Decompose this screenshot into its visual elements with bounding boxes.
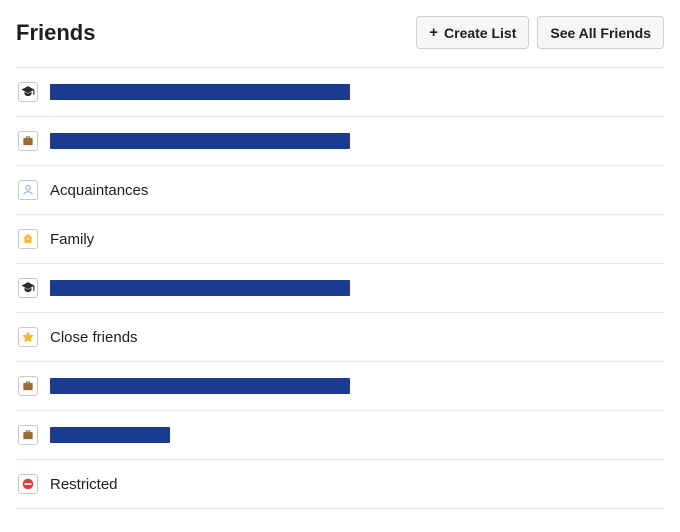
list-item[interactable] xyxy=(16,117,664,166)
graduation-cap-icon xyxy=(18,82,38,102)
see-all-friends-label: See All Friends xyxy=(550,25,651,41)
list-item-label: Family xyxy=(50,231,94,248)
list-item-label: Acquaintances xyxy=(50,182,148,199)
list-item[interactable] xyxy=(16,411,664,460)
list-item-label: Close friends xyxy=(50,329,138,346)
redacted-label xyxy=(50,84,350,100)
friend-lists-container: Acquaintances Family Close friends Restrict… xyxy=(16,67,664,509)
person-outline-icon xyxy=(18,180,38,200)
list-item[interactable] xyxy=(16,264,664,313)
page-title: Friends xyxy=(16,20,95,46)
graduation-cap-icon xyxy=(18,278,38,298)
redacted-label xyxy=(50,378,350,394)
create-list-button[interactable]: + Create List xyxy=(416,16,529,49)
star-icon xyxy=(18,327,38,347)
home-star-icon xyxy=(18,229,38,249)
redacted-label xyxy=(50,427,170,443)
header-actions: + Create List See All Friends xyxy=(416,16,664,49)
see-all-friends-button[interactable]: See All Friends xyxy=(537,16,664,49)
redacted-label xyxy=(50,133,350,149)
list-item[interactable] xyxy=(16,362,664,411)
create-list-label: Create List xyxy=(444,25,516,41)
briefcase-icon xyxy=(18,376,38,396)
restricted-icon xyxy=(18,474,38,494)
briefcase-icon xyxy=(18,131,38,151)
list-item[interactable]: Close friends xyxy=(16,313,664,362)
list-item[interactable]: Restricted xyxy=(16,460,664,509)
list-item[interactable]: Acquaintances xyxy=(16,166,664,215)
list-item[interactable] xyxy=(16,68,664,117)
friends-section-header: Friends + Create List See All Friends xyxy=(16,16,664,67)
plus-icon: + xyxy=(429,24,438,41)
redacted-label xyxy=(50,280,350,296)
list-item[interactable]: Family xyxy=(16,215,664,264)
briefcase-icon xyxy=(18,425,38,445)
list-item-label: Restricted xyxy=(50,476,118,493)
